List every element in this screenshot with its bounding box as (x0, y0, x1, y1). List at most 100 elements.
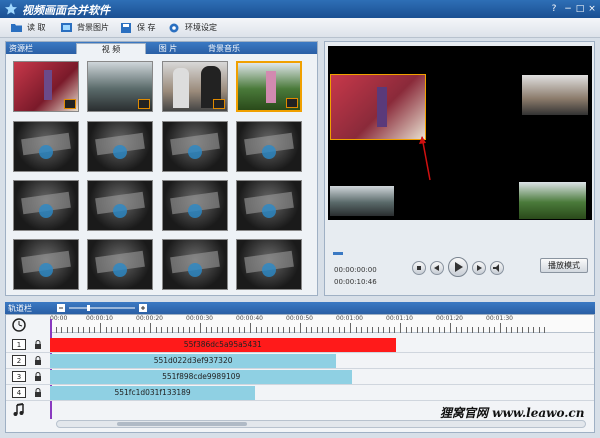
ruler-minor-tick (155, 327, 157, 333)
ruler-tick-label: 00:01:30 (486, 315, 513, 322)
ruler-minor-tick (366, 327, 368, 333)
ruler-tick-label: 00:00 (50, 315, 68, 322)
track-row: 2 551d022d3ef937320 (6, 353, 594, 369)
volume-button[interactable] (490, 261, 504, 275)
ruler-minor-tick (266, 327, 268, 333)
ruler-minor-tick (383, 327, 385, 333)
video-thumb-2[interactable] (87, 61, 153, 112)
empty-thumb-slot[interactable] (236, 180, 302, 231)
film-reel-icon (244, 191, 294, 218)
empty-thumb-slot[interactable] (162, 239, 228, 290)
gear-icon (169, 23, 179, 33)
play-mode-button[interactable]: 播放模式 (540, 258, 588, 273)
empty-thumb-slot[interactable] (236, 239, 302, 290)
lock-icon[interactable] (34, 356, 42, 365)
tab-bg-music[interactable]: 背景音乐 (202, 43, 246, 54)
video-thumb-1[interactable] (13, 61, 79, 112)
track-clip[interactable]: 55f386dc5a95a5431 (50, 338, 396, 352)
ruler-minor-tick (516, 327, 518, 333)
ruler-minor-tick (405, 327, 407, 333)
watermark: 狸窝官网 www.leawo.cn (440, 406, 585, 420)
track-number[interactable]: 1 (12, 339, 26, 350)
ruler-minor-tick (472, 327, 474, 333)
toolbar: 读 取 背景图片 保 存 环境设定 (0, 18, 600, 38)
ruler-minor-tick (483, 327, 485, 333)
ruler-minor-tick (138, 327, 140, 333)
ruler-minor-tick (238, 327, 240, 333)
film-reel-icon (21, 191, 71, 218)
settings-button[interactable]: 环境设定 (168, 21, 228, 35)
ruler-minor-tick (466, 327, 468, 333)
open-button[interactable]: 读 取 (10, 21, 56, 35)
close-button[interactable]: × (586, 3, 598, 15)
ruler-tick-label: 00:00:20 (136, 315, 163, 322)
next-icon (477, 265, 482, 271)
playback-controls: 00:00:00:00 00:00:10:46 播放模式 (328, 246, 592, 294)
ruler-minor-tick (77, 327, 79, 333)
empty-thumb-slot[interactable] (87, 180, 153, 231)
track-row: 1 55f386dc5a95a5431 (6, 337, 594, 353)
preview-layer-4[interactable] (519, 182, 586, 219)
tab-image[interactable]: 图 片 (150, 43, 186, 54)
track-number[interactable]: 3 (12, 371, 26, 382)
empty-thumb-slot[interactable] (13, 121, 79, 172)
empty-thumb-slot[interactable] (13, 180, 79, 231)
track-clip[interactable]: 551d022d3ef937320 (50, 354, 337, 368)
time-ruler[interactable]: 00:00 00:00:10 00:00:20 00:00:30 00:00:40 00:… (50, 315, 594, 333)
ruler-minor-tick (511, 327, 513, 333)
bg-image-button[interactable]: 背景图片 (60, 21, 120, 35)
volume-icon (493, 264, 499, 272)
ruler-minor-tick (194, 327, 196, 333)
lock-icon[interactable] (34, 388, 42, 397)
track-clip[interactable]: 551f898cde9989109 (50, 370, 353, 384)
play-button[interactable] (448, 257, 468, 277)
track-number[interactable]: 4 (12, 387, 26, 398)
scrollbar-thumb[interactable] (117, 422, 247, 426)
maximize-button[interactable]: □ (574, 3, 586, 15)
ruler-tick-label: 00:00:40 (236, 315, 263, 322)
empty-thumb-slot[interactable] (162, 180, 228, 231)
empty-thumb-slot[interactable] (13, 239, 79, 290)
play-icon (455, 262, 463, 272)
help-button[interactable]: ? (548, 3, 560, 15)
video-thumb-4[interactable] (236, 61, 302, 112)
ruler-minor-tick (300, 323, 301, 333)
lock-icon[interactable] (34, 372, 42, 381)
app-window: 视频画面合并软件 ? − □ × 读 取 背景图片 保 存 环境设定 资源栏 视… (0, 0, 600, 438)
film-reel-icon (95, 191, 145, 218)
preview-panel: 00:00:00:00 00:00:10:46 播放模式 (324, 41, 595, 296)
ruler-minor-tick (261, 327, 263, 333)
ruler-minor-tick (544, 327, 546, 333)
preview-layer-2[interactable] (522, 75, 588, 115)
next-button[interactable] (472, 261, 486, 275)
open-folder-icon (11, 24, 22, 32)
ruler-minor-tick (338, 327, 340, 333)
timeline-scrollbar[interactable] (56, 420, 586, 428)
lock-icon[interactable] (34, 340, 42, 349)
prev-button[interactable] (430, 261, 444, 275)
ruler-minor-tick (55, 327, 57, 333)
empty-thumb-slot[interactable] (87, 239, 153, 290)
save-button[interactable]: 保 存 (120, 21, 166, 35)
ruler-minor-tick (277, 327, 279, 333)
preview-layer-1[interactable] (330, 74, 426, 140)
thumb-figure (173, 68, 189, 108)
ruler-minor-tick (438, 327, 440, 333)
track-clip[interactable]: 551fc1d031f133189 (50, 386, 256, 400)
image-icon (61, 23, 72, 32)
film-reel-icon (244, 250, 294, 277)
minimize-button[interactable]: − (562, 3, 574, 15)
empty-thumb-slot[interactable] (87, 121, 153, 172)
video-thumb-3[interactable] (162, 61, 228, 112)
ruler-minor-tick (61, 327, 63, 333)
empty-thumb-slot[interactable] (236, 121, 302, 172)
save-disk-icon (121, 23, 131, 33)
track-number[interactable]: 2 (12, 355, 26, 366)
ruler-minor-tick (116, 327, 118, 333)
ruler-minor-tick (372, 327, 374, 333)
stop-button[interactable] (412, 261, 426, 275)
zoom-slider[interactable] (57, 304, 147, 312)
preview-layer-3[interactable] (330, 186, 394, 216)
tab-video[interactable]: 视 频 (76, 43, 146, 54)
empty-thumb-slot[interactable] (162, 121, 228, 172)
